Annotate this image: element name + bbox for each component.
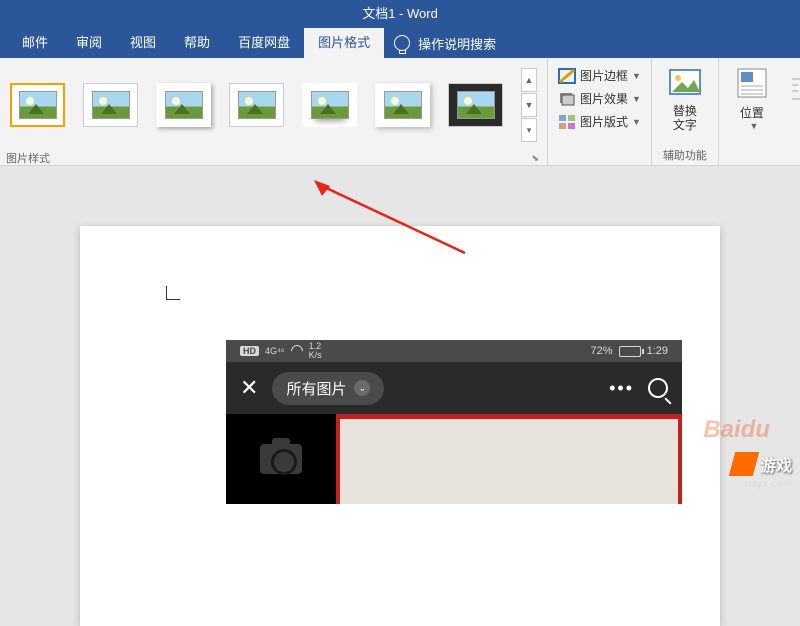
style-thumb-1[interactable] (10, 83, 65, 127)
close-button[interactable]: ✕ (240, 375, 258, 401)
alt-text-icon (668, 66, 702, 100)
layout-icon (558, 114, 576, 130)
camera-icon (260, 444, 302, 474)
baidu-watermark: Baidu (703, 416, 770, 444)
dropdown-icon: ▼ (632, 94, 641, 104)
album-picker-button[interactable]: 所有图片 ⌄ (272, 372, 384, 405)
album-picker-label: 所有图片 (286, 378, 346, 399)
alt-text-button[interactable]: 替换 文字 (658, 62, 712, 137)
style-thumb-6[interactable] (375, 83, 430, 127)
dropdown-icon: ▼ (749, 121, 758, 131)
accessibility-group-label: 辅助功能 (658, 147, 712, 163)
search-icon[interactable] (648, 378, 668, 398)
position-label: 位置 (740, 104, 764, 121)
cursor-indicator (166, 286, 180, 300)
camera-tile[interactable] (226, 414, 336, 504)
more-menu-button[interactable]: ••• (609, 378, 634, 399)
tab-picture-format[interactable]: 图片格式 (304, 28, 384, 58)
site-watermark: 游戏 xiayx.com (732, 452, 792, 490)
wrap-text-button[interactable]: 环 (779, 62, 800, 135)
gallery-more-button[interactable]: ▾ (521, 118, 537, 142)
embedded-phone-screenshot: HD 4G⁴⁶ 1.2K/s 72% 1:29 ✕ 所有图片 ⌄ ••• (226, 340, 682, 500)
lightbulb-icon (394, 35, 410, 51)
signal-icon: 4G⁴⁶ (265, 346, 285, 356)
network-speed: 1.2K/s (309, 342, 322, 360)
border-icon (558, 68, 576, 84)
style-thumb-5[interactable] (302, 83, 357, 127)
tab-baidu-netdisk[interactable]: 百度网盘 (224, 28, 304, 58)
brand-text: 游戏 (760, 452, 792, 476)
accessibility-group: 替换 文字 辅助功能 (652, 58, 719, 165)
phone-status-bar: HD 4G⁴⁶ 1.2K/s 72% 1:29 (226, 340, 682, 362)
dropdown-icon: ▼ (632, 71, 641, 81)
style-thumb-7[interactable] (448, 83, 503, 127)
ribbon-tabs: 邮件 审阅 视图 帮助 百度网盘 图片格式 操作说明搜索 (0, 28, 800, 58)
picture-layout-button[interactable]: 图片版式▼ (556, 110, 643, 133)
arrange-group: 位置 ▼ 环 . (719, 58, 800, 165)
gallery-down-button[interactable]: ▼ (521, 93, 537, 117)
brand-chevron-icon (729, 452, 759, 476)
picture-format-options: 图片边框▼ 图片效果▼ 图片版式▼ . (548, 58, 652, 165)
picture-border-button[interactable]: 图片边框▼ (556, 64, 643, 87)
phone-gallery (226, 414, 682, 504)
tell-me-search[interactable]: 操作说明搜索 (384, 34, 496, 53)
wrap-icon (789, 71, 800, 105)
picture-effects-button[interactable]: 图片效果▼ (556, 87, 643, 110)
photo-tile-selected[interactable] (336, 414, 682, 504)
title-bar: 文档1 - Word (0, 0, 800, 28)
gallery-up-button[interactable]: ▲ (521, 68, 537, 92)
position-icon (735, 66, 769, 100)
alt-text-label: 替换 文字 (673, 104, 697, 133)
picture-styles-group: ▲ ▼ ▾ 图片样式 ⬊ (0, 58, 548, 165)
style-thumb-3[interactable] (156, 83, 211, 127)
clock: 1:29 (647, 345, 668, 357)
brand-url: xiayx.com (732, 478, 792, 490)
battery-icon (619, 346, 641, 357)
tab-review[interactable]: 审阅 (62, 28, 116, 58)
tab-help[interactable]: 帮助 (170, 28, 224, 58)
effects-icon (558, 91, 576, 107)
battery-percent: 72% (591, 345, 613, 357)
ribbon: ▲ ▼ ▾ 图片样式 ⬊ 图片边框▼ 图片效果▼ 图片版式▼ . (0, 58, 800, 166)
tell-me-label: 操作说明搜索 (418, 34, 496, 53)
position-button[interactable]: 位置 ▼ (725, 62, 779, 135)
picture-styles-group-label: 图片样式 ⬊ (6, 150, 541, 166)
gallery-scroll: ▲ ▼ ▾ (521, 68, 537, 142)
style-thumb-2[interactable] (83, 83, 138, 127)
style-thumb-4[interactable] (229, 83, 284, 127)
dialog-launcher-icon[interactable]: ⬊ (529, 153, 541, 164)
tab-view[interactable]: 视图 (116, 28, 170, 58)
dropdown-icon: ▼ (632, 117, 641, 127)
phone-app-bar: ✕ 所有图片 ⌄ ••• (226, 362, 682, 414)
chevron-down-icon: ⌄ (354, 380, 370, 396)
picture-styles-gallery: ▲ ▼ ▾ (6, 62, 541, 148)
hd-badge: HD (240, 346, 259, 356)
tab-mail[interactable]: 邮件 (8, 28, 62, 58)
hotspot-icon (288, 343, 305, 360)
